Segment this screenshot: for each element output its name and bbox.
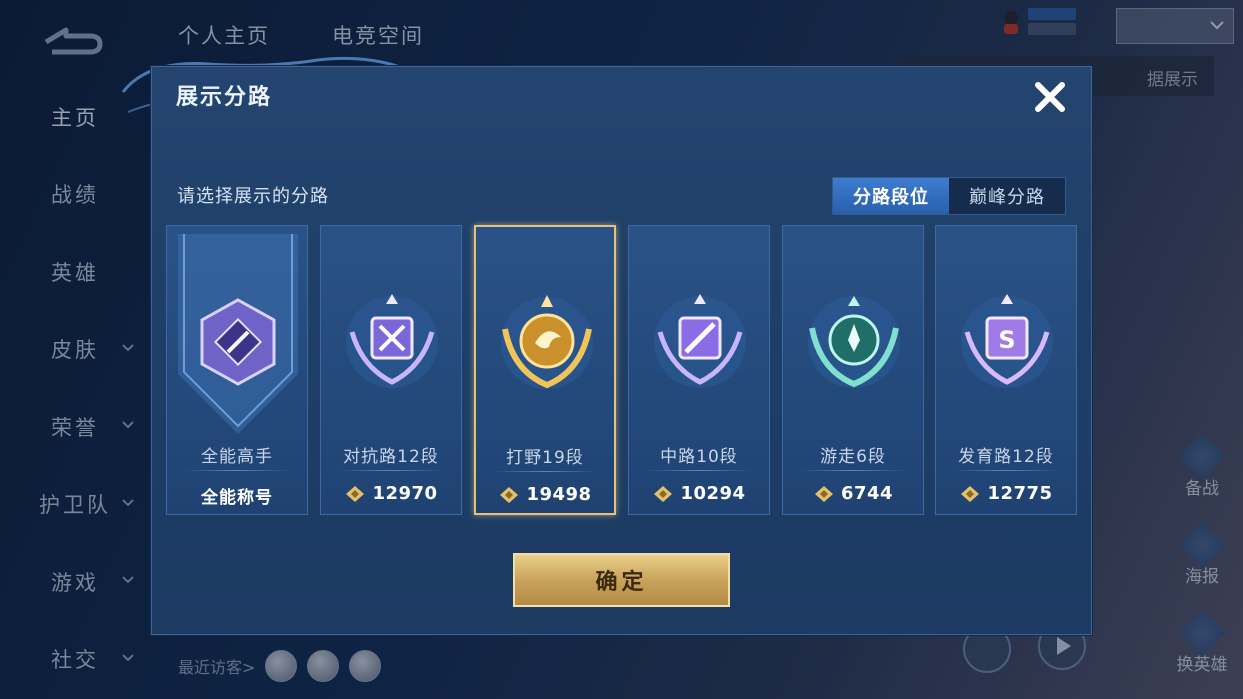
tab-peak-lane[interactable]: 巅峰分路 — [949, 178, 1065, 214]
rank-label: 中路10段 — [660, 447, 738, 467]
lane-card-all-round[interactable]: 全能高手 全能称号 — [166, 225, 308, 515]
show-lane-modal: 展示分路 请选择展示的分路 分路段位 巅峰分路 全能高手 全能称号 对抗路12段… — [151, 66, 1092, 635]
tab-lane-rank[interactable]: 分路段位 — [833, 178, 949, 214]
confirm-button[interactable]: 确定 — [513, 553, 730, 607]
lane-card-roam[interactable]: 游走6段 6744 — [782, 225, 924, 515]
peak-points-icon — [346, 485, 365, 502]
score-value: 10294 — [680, 483, 746, 504]
roam-emblem-icon — [808, 296, 900, 388]
svg-text:S: S — [998, 326, 1015, 354]
rank-label: 对抗路12段 — [343, 447, 439, 467]
card-divider — [799, 470, 907, 471]
card-divider — [952, 470, 1060, 471]
score-value: 12775 — [987, 483, 1053, 504]
rank-label: 发育路12段 — [958, 447, 1054, 467]
card-divider — [645, 470, 753, 471]
lane-card-mid[interactable]: 中路10段 10294 — [628, 225, 770, 515]
confirm-label: 确定 — [595, 570, 648, 595]
score-row: 6744 — [783, 483, 923, 504]
lane-card-jungle[interactable]: 打野19段 19498 — [474, 225, 616, 515]
peak-points-icon — [961, 485, 980, 502]
mid-lane-emblem-icon — [654, 294, 746, 388]
lane-card-clash[interactable]: 对抗路12段 12970 — [320, 225, 462, 515]
select-prompt: 请选择展示的分路 — [177, 186, 329, 207]
title-value: 全能称号 — [201, 488, 273, 508]
lane-card-farm[interactable]: S 发育路12段 12775 — [935, 225, 1077, 515]
peak-points-icon — [654, 485, 673, 502]
rank-label: 全能高手 — [201, 447, 273, 467]
modal-title: 展示分路 — [176, 85, 273, 110]
score-row: 12970 — [321, 483, 461, 504]
card-divider — [337, 470, 445, 471]
all-round-emblem-icon — [200, 298, 276, 386]
farm-lane-emblem-icon: S — [961, 294, 1053, 388]
lane-mode-toggle: 分路段位 巅峰分路 — [832, 177, 1066, 215]
score-value: 12970 — [372, 483, 438, 504]
rank-label: 游走6段 — [820, 447, 886, 467]
score-row: 全能称号 — [167, 483, 307, 508]
score-row: 12775 — [936, 483, 1076, 504]
peak-points-icon — [814, 485, 833, 502]
clash-lane-emblem-icon — [346, 294, 438, 388]
rank-label: 打野19段 — [506, 448, 584, 468]
peak-points-icon — [500, 486, 519, 503]
close-icon[interactable] — [1030, 77, 1070, 117]
card-divider — [492, 471, 598, 472]
score-value: 19498 — [526, 484, 592, 505]
score-row: 19498 — [476, 484, 614, 505]
lane-cards: 全能高手 全能称号 对抗路12段 12970 打野19段 19498 中路10段… — [166, 225, 1078, 517]
score-row: 10294 — [629, 483, 769, 504]
score-value: 6744 — [840, 483, 894, 504]
jungle-emblem-icon — [501, 295, 593, 389]
card-divider — [183, 470, 291, 471]
